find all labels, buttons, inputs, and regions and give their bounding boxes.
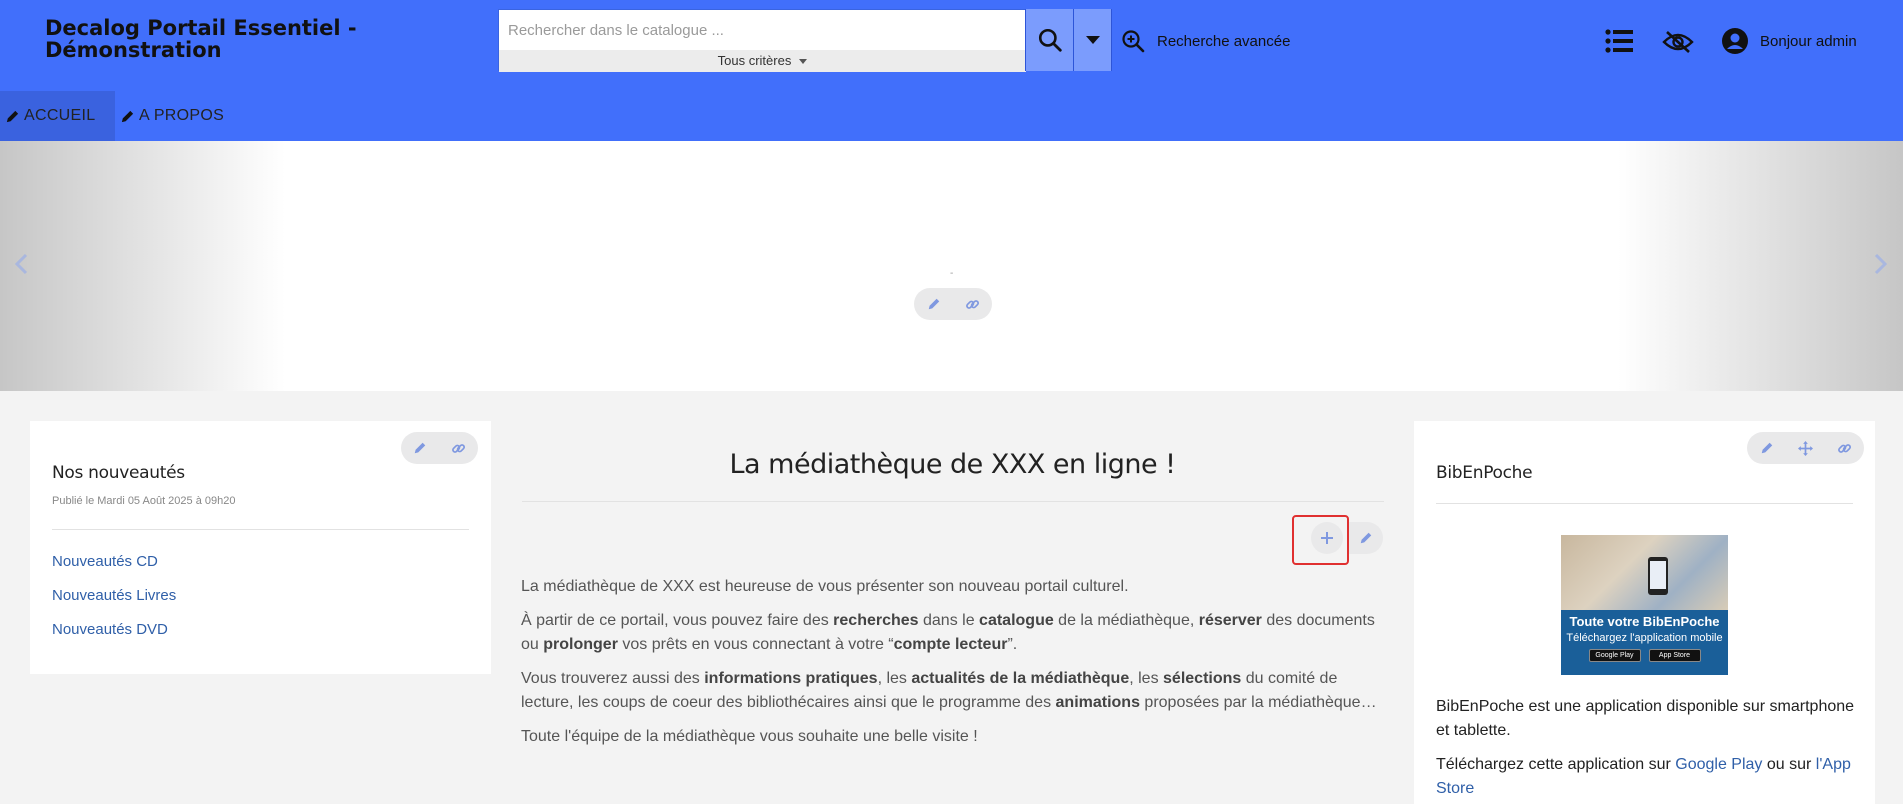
caret-down-icon: [1085, 36, 1100, 44]
news-panel-actions: [401, 432, 478, 464]
edit-banner-button[interactable]: [919, 288, 949, 320]
user-menu[interactable]: Bonjour admin: [1722, 28, 1857, 54]
header-bar: Decalog Portail Essentiel - Démonstratio…: [0, 0, 1903, 141]
chevron-left-icon: [14, 253, 28, 275]
pencil-icon: [6, 110, 19, 122]
search-icon: [1038, 28, 1062, 52]
promo-photo: [1561, 535, 1728, 610]
link-icon: [452, 443, 466, 453]
nav-item-label: A PROPOS: [139, 107, 225, 124]
visibility-toggle-button[interactable]: [1662, 30, 1694, 59]
nav-item-accueil[interactable]: ACCUEIL: [0, 91, 115, 141]
article-paragraph-4: Toute l'équipe de la médiathèque vous so…: [521, 728, 978, 745]
move-bibenpoche-button[interactable]: [1791, 432, 1821, 464]
banner-caption: -: [950, 268, 954, 279]
bibenpoche-download-text: Téléchargez cette application sur Google…: [1436, 756, 1851, 797]
news-panel-title: Nos nouveautés: [52, 463, 185, 483]
promo-band: Toute votre BibEnPoche Téléchargez l'app…: [1561, 610, 1728, 675]
nav-item-label: ACCUEIL: [24, 107, 96, 124]
user-greeting: Bonjour admin: [1760, 32, 1857, 50]
zoom-plus-icon: [1122, 30, 1145, 53]
divider: [1436, 503, 1853, 504]
link-nouveautes-dvd[interactable]: Nouveautés DVD: [52, 621, 168, 638]
advanced-search-link[interactable]: Recherche avancée: [1121, 26, 1290, 56]
search-input[interactable]: [499, 10, 1026, 50]
link-nouveautes-cd[interactable]: Nouveautés CD: [52, 553, 158, 570]
banner-actions: [914, 288, 992, 320]
link-bibenpoche-button[interactable]: [1830, 432, 1860, 464]
move-icon: [1798, 440, 1813, 456]
search-criteria-label: Tous critères: [717, 53, 792, 68]
pencil-icon: [415, 442, 426, 454]
link-nouveautes-livres[interactable]: Nouveautés Livres: [52, 587, 176, 604]
google-play-link[interactable]: Google Play: [1675, 756, 1762, 773]
promo-subline: Téléchargez l'application mobile: [1566, 632, 1723, 644]
list-icon: [1605, 29, 1633, 53]
pencil-icon: [1761, 442, 1772, 454]
advanced-search-label: Recherche avancée: [1157, 32, 1291, 50]
search-box: Tous critères: [498, 9, 1026, 72]
divider: [52, 529, 469, 530]
link-icon: [1838, 443, 1852, 453]
smartphone-illustration: [1648, 557, 1668, 595]
caret-down-icon: [799, 59, 808, 65]
link-icon: [966, 299, 980, 309]
carousel-next-button[interactable]: [1874, 253, 1888, 280]
link-banner-button[interactable]: [958, 288, 988, 320]
carousel-prev-button[interactable]: [14, 253, 28, 280]
bibenpoche-description: BibEnPoche est une application disponibl…: [1436, 698, 1855, 739]
bibenpoche-panel-actions: [1747, 432, 1864, 464]
divider: [522, 501, 1384, 502]
eye-slash-icon: [1662, 31, 1694, 53]
article-paragraph-1: La médiathèque de XXX est heureuse de vo…: [521, 578, 1129, 595]
edit-news-button[interactable]: [405, 432, 435, 464]
search-button[interactable]: [1025, 9, 1073, 71]
banner-carousel: -: [0, 141, 1903, 391]
pencil-icon: [928, 298, 939, 310]
pencil-icon: [121, 110, 134, 122]
google-play-badge: Google Play: [1588, 649, 1641, 662]
news-published-date: Publié le Mardi 05 Août 2025 à 09h20: [52, 495, 236, 507]
edit-bibenpoche-button[interactable]: [1752, 432, 1782, 464]
search-criteria-select[interactable]: Tous critères: [499, 50, 1026, 72]
bibenpoche-promo-image[interactable]: Toute votre BibEnPoche Téléchargez l'app…: [1561, 535, 1728, 675]
article-paragraph-2: À partir de ce portail, vous pouvez fair…: [521, 612, 1375, 653]
search-options-dropdown[interactable]: [1073, 9, 1112, 71]
add-block-button[interactable]: [1311, 522, 1343, 554]
app-store-badge: App Store: [1648, 649, 1701, 662]
edit-article-button[interactable]: [1349, 522, 1383, 554]
user-avatar-icon: [1722, 28, 1748, 54]
promo-headline: Toute votre BibEnPoche: [1569, 614, 1720, 629]
bibenpoche-panel-title: BibEnPoche: [1436, 463, 1533, 483]
main-nav: ACCUEIL A PROPOS: [0, 91, 236, 141]
page-title: La médiathèque de XXX en ligne !: [729, 449, 1176, 480]
chevron-right-icon: [1874, 253, 1888, 275]
nav-item-a-propos[interactable]: A PROPOS: [115, 91, 236, 141]
news-panel: Nos nouveautés Publié le Mardi 05 Août 2…: [30, 421, 491, 674]
site-title[interactable]: Decalog Portail Essentiel - Démonstratio…: [45, 17, 375, 61]
plus-icon: [1321, 532, 1333, 544]
list-button[interactable]: [1605, 28, 1633, 59]
article-paragraph-3: Vous trouverez aussi des informations pr…: [521, 670, 1377, 711]
link-news-button[interactable]: [444, 432, 474, 464]
pencil-icon: [1360, 532, 1372, 544]
